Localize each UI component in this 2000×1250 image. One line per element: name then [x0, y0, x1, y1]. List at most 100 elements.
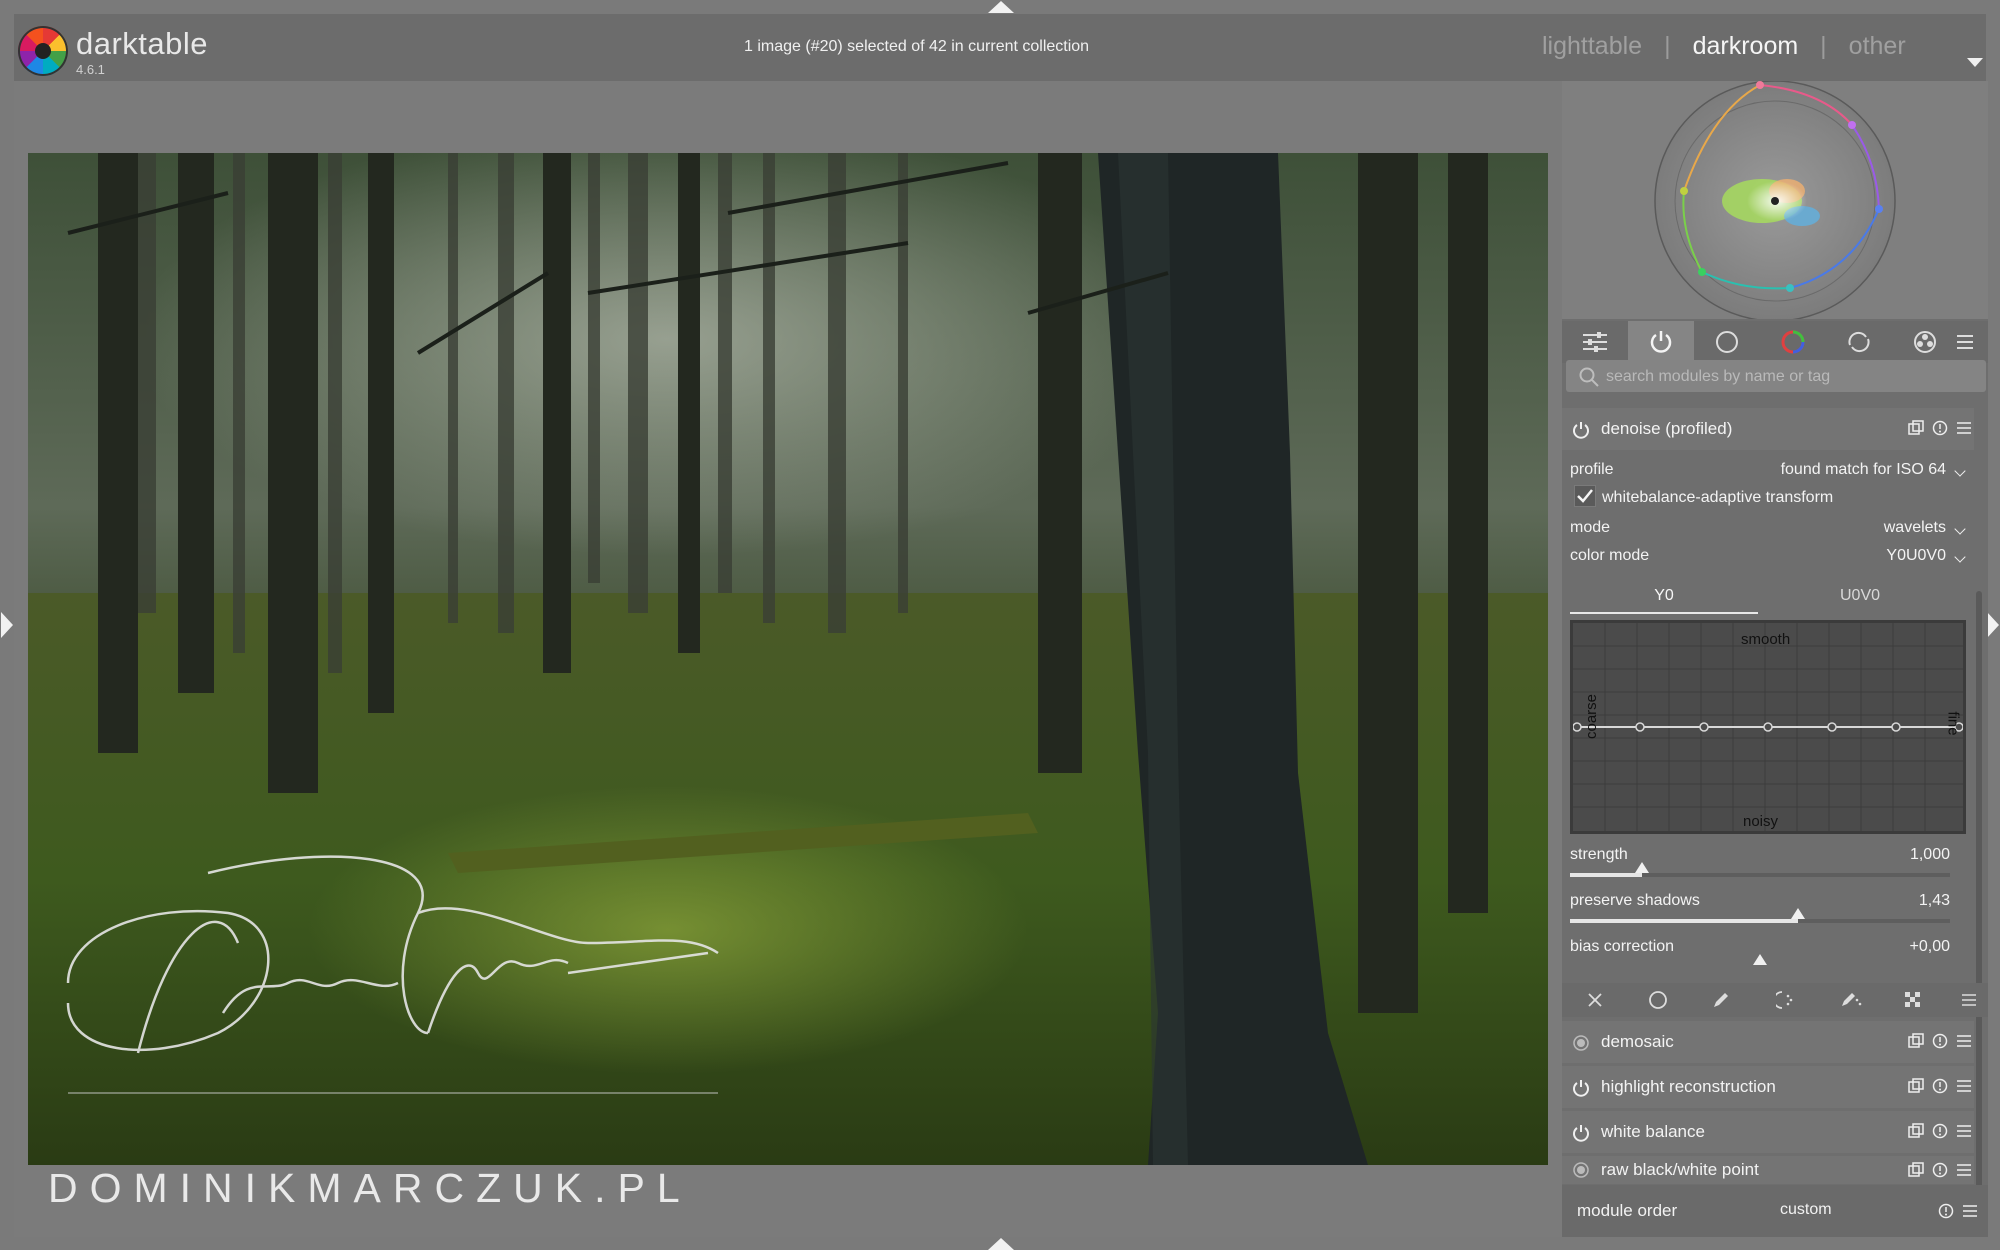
- presets-icon[interactable]: [1956, 420, 1972, 441]
- profile-value: found match for ISO 64: [1780, 461, 1946, 478]
- search-placeholder: search modules by name or tag: [1606, 368, 1831, 385]
- mode-value: wavelets: [1883, 519, 1946, 536]
- reset-icon[interactable]: [1932, 1162, 1948, 1183]
- curve-label-fine: fine: [1944, 711, 1962, 736]
- multi-instance-icon[interactable]: [1908, 1078, 1924, 1099]
- module-order-presets-icon[interactable]: [1962, 1203, 1978, 1224]
- presets-menu-icon[interactable]: [1942, 321, 1988, 363]
- blend-presets-icon[interactable]: [1956, 987, 1982, 1013]
- module-header-raw-black-white-point[interactable]: raw black/white point: [1562, 1156, 1974, 1184]
- panel-scrollbar[interactable]: [1976, 591, 1982, 1231]
- profile-label: profile: [1570, 461, 1614, 478]
- color-mode-label: color mode: [1570, 547, 1650, 564]
- tab-y0[interactable]: Y0: [1570, 584, 1758, 614]
- photo-canvas[interactable]: [28, 153, 1548, 1165]
- module-header-highlight-reconstruction[interactable]: highlight reconstruction: [1562, 1066, 1974, 1108]
- drawn-mask-icon[interactable]: [1708, 987, 1734, 1013]
- module-power-icon[interactable]: [1572, 421, 1590, 444]
- presets-icon[interactable]: [1956, 1078, 1972, 1099]
- module-name: white balance: [1601, 1122, 1705, 1141]
- active-modules-power-icon[interactable]: [1628, 321, 1694, 363]
- drawn-parametric-mask-icon[interactable]: [1838, 987, 1864, 1013]
- slider-track: [1570, 919, 1950, 923]
- whitebalance-adaptive-checkbox[interactable]: [1574, 485, 1596, 507]
- reset-icon[interactable]: [1932, 1123, 1948, 1144]
- quick-access-sliders-icon[interactable]: [1562, 321, 1628, 363]
- color-mode-combobox[interactable]: color mode Y0U0V0: [1570, 543, 1968, 569]
- module-name: raw black/white point: [1601, 1160, 1759, 1179]
- strength-slider[interactable]: strength 1,000: [1570, 846, 1950, 886]
- whitebalance-adaptive-label: whitebalance-adaptive transform: [1602, 489, 1834, 506]
- mode-label: mode: [1570, 519, 1611, 536]
- search-icon: [1578, 366, 1600, 393]
- multi-instance-icon[interactable]: [1908, 1162, 1924, 1183]
- app-version: 4.6.1: [76, 62, 105, 77]
- presets-icon[interactable]: [1956, 1033, 1972, 1054]
- uniform-mask-icon[interactable]: [1645, 987, 1671, 1013]
- slider-thumb[interactable]: [1635, 862, 1650, 873]
- multi-instance-icon[interactable]: [1908, 420, 1924, 441]
- module-order-bar[interactable]: module order custom: [1562, 1185, 1988, 1237]
- right-panel: search modules by name or tag denoise (p…: [1562, 81, 1988, 1237]
- color-mode-value: Y0U0V0: [1886, 547, 1946, 564]
- base-circle-icon[interactable]: [1694, 321, 1760, 363]
- module-header-denoise[interactable]: denoise (profiled): [1562, 408, 1974, 450]
- reset-icon[interactable]: [1932, 420, 1948, 441]
- raster-mask-icon[interactable]: [1900, 987, 1926, 1013]
- checkmark-icon: [1577, 489, 1593, 503]
- view-separator: |: [1820, 32, 1827, 60]
- blend-mask-bar: [1562, 983, 1988, 1017]
- slider-thumb[interactable]: [1791, 908, 1805, 919]
- module-header-white-balance[interactable]: white balance: [1562, 1111, 1974, 1153]
- forest-photo: [28, 153, 1548, 1165]
- curve-label-noisy: noisy: [1743, 813, 1779, 830]
- preserve-shadows-slider[interactable]: preserve shadows 1,43: [1570, 892, 1950, 932]
- module-name: highlight reconstruction: [1601, 1077, 1776, 1096]
- correct-icon[interactable]: [1826, 321, 1892, 363]
- bias-correction-slider[interactable]: bias correction +0,00: [1570, 938, 1950, 978]
- color-ring-icon[interactable]: [1760, 321, 1826, 363]
- view-darkroom[interactable]: darkroom: [1693, 32, 1799, 61]
- curve-label-coarse: coarse: [1583, 693, 1601, 740]
- presets-icon[interactable]: [1956, 1162, 1972, 1183]
- module-always-on-icon: [1572, 1161, 1590, 1184]
- reset-icon[interactable]: [1932, 1033, 1948, 1054]
- slider-fill: [1570, 873, 1643, 877]
- module-order-reset-icon[interactable]: [1938, 1203, 1954, 1224]
- presets-icon[interactable]: [1956, 1123, 1972, 1144]
- module-power-icon[interactable]: [1572, 1079, 1590, 1102]
- view-other[interactable]: other: [1849, 32, 1906, 61]
- top-header: darktable 4.6.1 1 image (#20) selected o…: [14, 14, 1986, 81]
- multi-instance-icon[interactable]: [1908, 1123, 1924, 1144]
- module-search-input[interactable]: search modules by name or tag: [1566, 360, 1986, 392]
- view-lighttable[interactable]: lighttable: [1542, 32, 1642, 61]
- mask-off-icon[interactable]: [1582, 987, 1608, 1013]
- mode-combobox[interactable]: mode wavelets: [1570, 515, 1968, 541]
- strength-label: strength: [1570, 846, 1628, 863]
- top-panel-toggle-arrow[interactable]: [988, 1, 1014, 13]
- chevron-down-icon: [1954, 551, 1966, 563]
- module-power-icon[interactable]: [1572, 1124, 1590, 1147]
- module-header-demosaic[interactable]: demosaic: [1562, 1021, 1974, 1063]
- module-groups-bar: [1562, 321, 1988, 363]
- bottom-panel-toggle-arrow[interactable]: [988, 1238, 1014, 1250]
- strength-value: 1,000: [1909, 846, 1950, 863]
- multi-instance-icon[interactable]: [1908, 1033, 1924, 1054]
- parametric-mask-icon[interactable]: [1774, 987, 1800, 1013]
- watermark-site-text: DOMINIKMARCZUK.PL: [48, 1165, 692, 1211]
- left-panel-toggle-arrow[interactable]: [1, 612, 13, 638]
- profile-combobox[interactable]: profile found match for ISO 64: [1570, 457, 1968, 483]
- tab-u0v0[interactable]: U0V0: [1766, 584, 1954, 614]
- darktable-logo-icon: [18, 26, 68, 76]
- slider-thumb[interactable]: [1753, 954, 1767, 965]
- denoise-curve-editor[interactable]: smooth noisy coarse fine: [1570, 620, 1966, 834]
- reset-icon[interactable]: [1932, 1078, 1948, 1099]
- bias-correction-label: bias correction: [1570, 938, 1675, 955]
- view-switcher: lighttable | darkroom | other: [1542, 32, 1906, 61]
- vectorscope[interactable]: [1562, 81, 1988, 319]
- chevron-down-icon: [1954, 523, 1966, 535]
- right-panel-toggle-arrow[interactable]: [1987, 612, 1999, 638]
- center-view: [14, 81, 1562, 1237]
- preserve-shadows-label: preserve shadows: [1570, 892, 1700, 909]
- views-dropdown-icon[interactable]: [1967, 58, 1983, 67]
